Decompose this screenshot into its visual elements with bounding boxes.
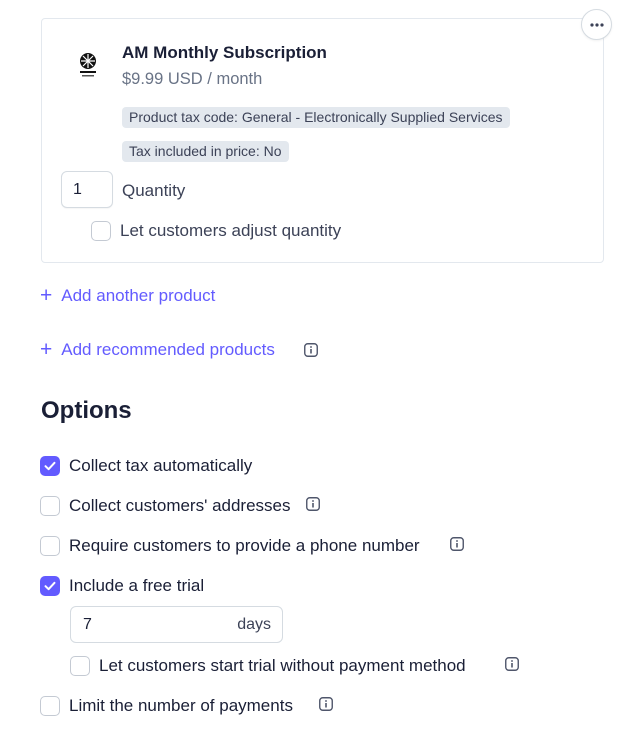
add-another-product-link[interactable]: + Add another product <box>40 285 215 306</box>
trial-days-field[interactable]: days <box>70 606 283 643</box>
free-trial-checkbox[interactable] <box>40 576 60 596</box>
limit-payments-label: Limit the number of payments <box>69 696 293 715</box>
add-recommended-products-label: Add recommended products <box>61 339 275 359</box>
info-icon[interactable] <box>304 343 318 357</box>
collect-tax-label: Collect tax automatically <box>69 456 253 475</box>
plus-icon: + <box>40 284 53 307</box>
collect-tax-checkbox[interactable] <box>40 456 60 476</box>
free-trial-label: Include a free trial <box>69 576 205 595</box>
trial-days-unit: days <box>237 615 271 633</box>
info-icon[interactable] <box>450 537 464 551</box>
check-icon <box>44 461 56 471</box>
require-phone-label: Require customers to provide a phone num… <box>69 536 420 555</box>
trial-without-payment-checkbox[interactable] <box>70 656 90 676</box>
quantity-label: Quantity <box>122 181 186 200</box>
options-heading: Options <box>41 397 132 424</box>
quantity-input[interactable] <box>61 171 113 208</box>
add-recommended-products-link[interactable]: + Add recommended products <box>40 339 275 360</box>
tax-code-badge: Product tax code: General - Electronical… <box>122 107 510 128</box>
info-icon[interactable] <box>319 697 333 711</box>
collect-addresses-checkbox[interactable] <box>40 496 60 516</box>
adjust-quantity-label: Let customers adjust quantity <box>120 221 342 240</box>
plus-icon: + <box>40 338 53 361</box>
more-horizontal-icon <box>589 22 604 27</box>
require-phone-checkbox[interactable] <box>40 536 60 556</box>
info-icon[interactable] <box>505 657 519 671</box>
info-icon[interactable] <box>306 497 320 511</box>
adjust-quantity-checkbox[interactable] <box>91 221 111 241</box>
trial-days-input[interactable] <box>83 615 203 634</box>
check-icon <box>44 581 56 591</box>
product-price: $9.99 USD / month <box>122 70 263 88</box>
collect-addresses-label: Collect customers' addresses <box>69 496 291 515</box>
product-logo-icon <box>80 53 96 77</box>
more-options-button[interactable] <box>581 9 612 40</box>
trial-without-payment-label: Let customers start trial without paymen… <box>99 656 466 675</box>
product-name: AM Monthly Subscription <box>122 43 327 62</box>
tax-included-badge: Tax included in price: No <box>122 141 289 162</box>
add-another-product-label: Add another product <box>61 285 216 305</box>
limit-payments-checkbox[interactable] <box>40 696 60 716</box>
